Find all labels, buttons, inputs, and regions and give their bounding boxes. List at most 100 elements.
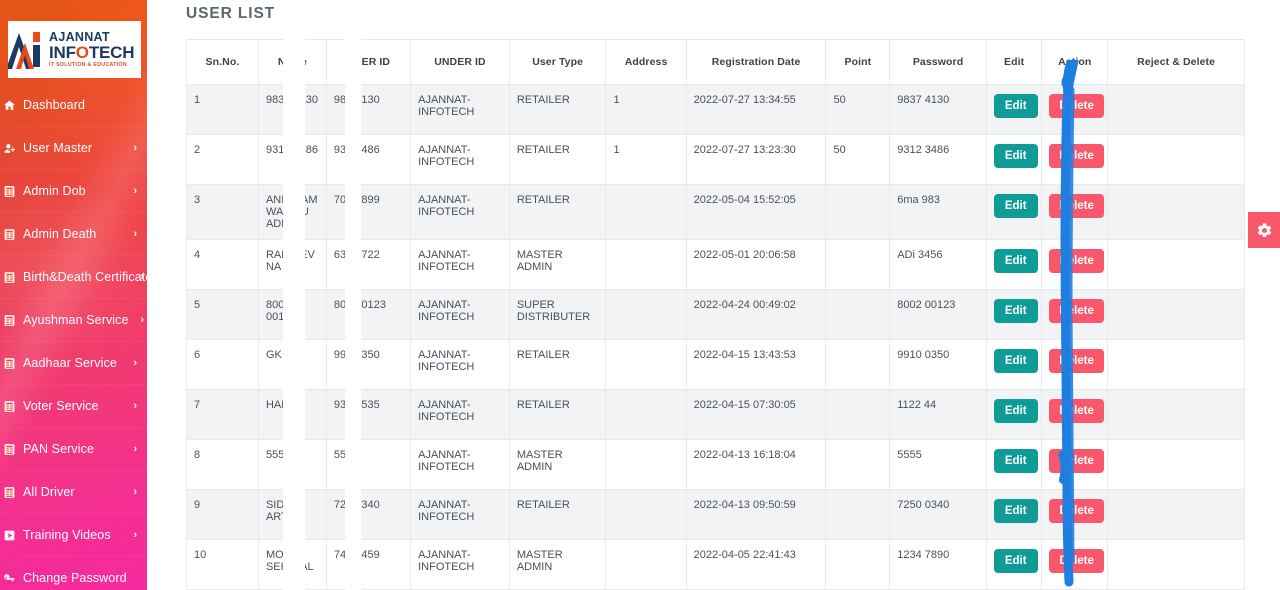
sidebar-item-voter-service[interactable]: Voter Service ›: [0, 385, 147, 428]
edit-button[interactable]: Edit: [993, 549, 1038, 574]
settings-tab-button[interactable]: [1248, 212, 1280, 248]
column-header-action: Action: [1041, 39, 1109, 85]
delete-button[interactable]: Delete: [1049, 499, 1104, 524]
cell-edit: Edit: [985, 239, 1043, 290]
column-header-user-type: User Type: [508, 39, 607, 85]
table-row: 4 RAN DEV NA 630 8722 AJANNAT-INFOTECH MASTE…: [186, 239, 1245, 290]
edit-button[interactable]: Edit: [993, 194, 1038, 219]
cell-sn: 1: [186, 84, 259, 135]
edit-button[interactable]: Edit: [993, 299, 1038, 324]
table-header-row: Sn.No. Name USER ID UNDER ID User Type Addres…: [186, 39, 1245, 85]
cell-user-id: 931 3486: [325, 134, 412, 185]
cell-under-id: AJANNAT-INFOTECH: [410, 134, 510, 185]
cell-user-type: MASTER ADMIN: [508, 239, 607, 290]
cell-sn: 8: [186, 439, 259, 490]
cell-sn: 7: [186, 389, 259, 440]
cell-reject-delete: [1107, 184, 1245, 240]
cell-under-id: AJANNAT-INFOTECH: [410, 439, 510, 490]
cell-point: [825, 389, 891, 440]
cell-action: Delete: [1041, 339, 1109, 390]
sidebar-item-label: Change Password: [23, 571, 127, 585]
edit-button[interactable]: Edit: [993, 399, 1038, 424]
cell-point: [825, 489, 891, 540]
sidebar-item-training-videos[interactable]: Training Videos ›: [0, 514, 147, 557]
cell-reject-delete: [1107, 339, 1245, 390]
brand-logo[interactable]: AJANNAT INFOTECH IT SOLUTION & EDUCATION: [8, 21, 141, 78]
document-icon: [0, 486, 16, 499]
cell-password: 8002 00123: [889, 289, 987, 340]
cell-user-type: RETAILER: [508, 134, 607, 185]
cell-point: 50: [825, 84, 891, 135]
edit-button[interactable]: Edit: [993, 94, 1038, 119]
delete-button[interactable]: Delete: [1049, 94, 1104, 119]
sidebar-item-pan-service[interactable]: PAN Service ›: [0, 428, 147, 471]
cell-user-type: RETAILER: [508, 84, 607, 135]
cell-action: Delete: [1041, 184, 1109, 240]
edit-button[interactable]: Edit: [993, 499, 1038, 524]
delete-button[interactable]: Delete: [1049, 549, 1104, 574]
table-body: 1 9837 4130 983 4130 AJANNAT-INFOTECH RETAIL…: [186, 84, 1245, 590]
edit-button[interactable]: Edit: [993, 449, 1038, 474]
document-icon: [0, 400, 16, 413]
edit-button[interactable]: Edit: [993, 349, 1038, 374]
edit-button[interactable]: Edit: [993, 144, 1038, 169]
cell-user-id: 991 0350: [325, 339, 412, 390]
column-header-edit: Edit: [985, 39, 1043, 85]
document-icon: [0, 314, 16, 327]
cell-point: [825, 289, 891, 340]
cell-address: [605, 389, 687, 440]
delete-button[interactable]: Delete: [1049, 249, 1104, 274]
document-icon: [0, 357, 16, 370]
sidebar-item-dashboard[interactable]: Dashboard: [0, 84, 147, 127]
cell-action: Delete: [1041, 84, 1109, 135]
cell-name: 9312 3486: [257, 134, 327, 185]
cell-action: Delete: [1041, 539, 1109, 590]
sidebar-item-change-password[interactable]: Change Password: [0, 557, 147, 590]
cell-address: [605, 289, 687, 340]
delete-button[interactable]: Delete: [1049, 349, 1104, 374]
sidebar-item-user-master[interactable]: User Master ›: [0, 127, 147, 170]
cell-edit: Edit: [985, 289, 1043, 340]
cell-address: [605, 439, 687, 490]
cell-point: [825, 539, 891, 590]
delete-button[interactable]: Delete: [1049, 399, 1104, 424]
cell-user-id: 743 3459: [325, 539, 412, 590]
cell-reject-delete: [1107, 539, 1245, 590]
cell-name: 5555: [257, 439, 327, 490]
cell-reg-date: 2022-07-27 13:34:55: [685, 84, 827, 135]
sidebar-item-admin-death[interactable]: Admin Death ›: [0, 213, 147, 256]
cell-reject-delete: [1107, 439, 1245, 490]
chevron-right-icon: ›: [140, 314, 144, 326]
sidebar-item-aadhaar-service[interactable]: Aadhaar Service ›: [0, 342, 147, 385]
cell-edit: Edit: [985, 389, 1043, 440]
sidebar-item-birth-death-certificate[interactable]: Birth&Death Certificate ›: [0, 256, 147, 299]
cell-address: [605, 339, 687, 390]
cell-address: [605, 489, 687, 540]
table-row: 2 9312 3486 931 3486 AJANNAT-INFOTECH RETAIL…: [186, 134, 1245, 185]
cell-user-id: 555: [325, 439, 412, 490]
cell-reg-date: 2022-04-05 22:41:43: [685, 539, 827, 590]
sidebar-item-label: Ayushman Service: [23, 313, 129, 327]
cell-under-id: AJANNAT-INFOTECH: [410, 84, 510, 135]
cell-user-type: RETAILER: [508, 389, 607, 440]
sidebar-item-label: Birth&Death Certificate: [23, 270, 147, 284]
delete-button[interactable]: Delete: [1049, 449, 1104, 474]
edit-button[interactable]: Edit: [993, 249, 1038, 274]
delete-button[interactable]: Delete: [1049, 194, 1104, 219]
table-row: 7 HAR 933 3535 AJANNAT-INFOTECH RETAILER 2022…: [186, 389, 1245, 440]
user-plus-icon: [0, 142, 16, 155]
delete-button[interactable]: Delete: [1049, 144, 1104, 169]
cell-under-id: AJANNAT-INFOTECH: [410, 239, 510, 290]
cell-sn: 3: [186, 184, 259, 240]
sidebar-item-admin-dob[interactable]: Admin Dob ›: [0, 170, 147, 213]
cell-name: SIDD ARTH: [257, 489, 327, 540]
sidebar-item-all-driver[interactable]: All Driver ›: [0, 471, 147, 514]
sidebar-item-label: Admin Death: [23, 227, 97, 241]
chevron-right-icon: ›: [133, 400, 137, 412]
cell-password: 9910 0350: [889, 339, 987, 390]
table-row: 3 ANIL RAM WAN AU ADE 706 6899 AJANNAT-INFO…: [186, 184, 1245, 240]
cell-user-id: 800 00123: [325, 289, 412, 340]
video-icon: [0, 529, 16, 542]
sidebar-item-ayushman-service[interactable]: Ayushman Service ›: [0, 299, 147, 342]
delete-button[interactable]: Delete: [1049, 299, 1104, 324]
